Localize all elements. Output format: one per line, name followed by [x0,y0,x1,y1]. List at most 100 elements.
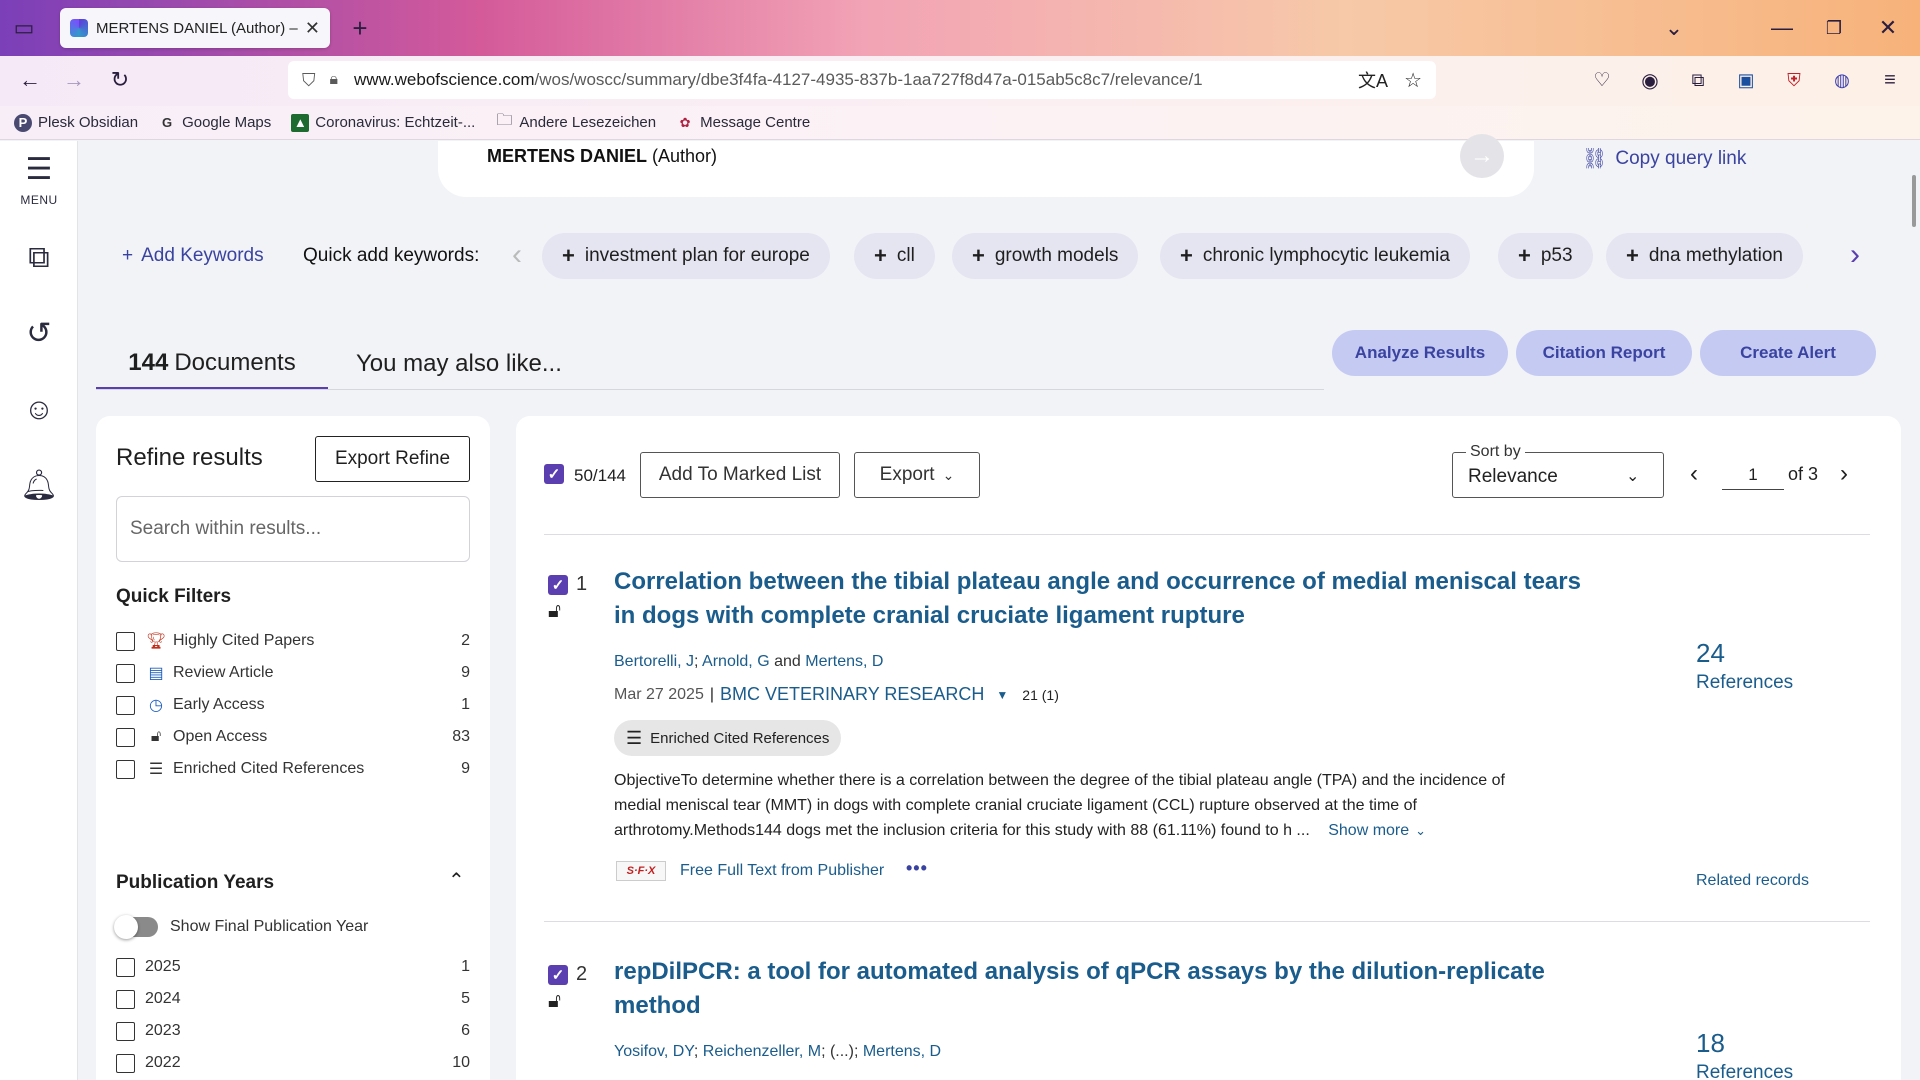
collapse-chevron-icon[interactable]: ⌃ [448,868,465,893]
account-icon[interactable]: ◉ [1634,64,1666,96]
checkbox[interactable] [116,989,135,1009]
more-options-icon[interactable]: ••• [906,858,928,879]
bookmark-coronavirus[interactable]: ▲ Coronavirus: Echtzeit-... [291,113,475,132]
search-within-input[interactable]: Search within results... [116,496,470,562]
filter-early-access[interactable]: ◷ Early Access 1 [116,692,470,718]
citation-report-button[interactable]: Citation Report [1516,330,1692,376]
back-icon[interactable]: ← [14,64,46,96]
menu-button[interactable]: ☰ MENU [0,153,78,207]
filter-review-article[interactable]: ▤ Review Article 9 [116,660,470,686]
restore-icon[interactable]: ❐ [1818,12,1850,44]
pocket-icon[interactable]: ♡ [1586,64,1618,96]
vpn-globe-icon[interactable]: ◍ [1826,64,1858,96]
filter-enriched-cited[interactable]: ☰ Enriched Cited References 9 [116,756,470,782]
keyword-chip[interactable]: + dna methylation [1606,233,1804,279]
keyword-chip[interactable]: + investment plan for europe [542,233,830,279]
record-title[interactable]: Correlation between the tibial plateau a… [614,565,1614,633]
bookmark-google-maps[interactable]: G Google Maps [158,114,271,132]
extensions-icon[interactable]: ⧉ [1682,64,1714,96]
show-final-year-toggle[interactable]: Show Final Publication Year [114,914,470,940]
references-label[interactable]: References [1696,1062,1793,1080]
prev-page-icon[interactable]: ‹ [1690,460,1698,488]
bookmark-folder-other[interactable]: 🗀 Andere Lesezeichen [495,112,656,132]
address-bar[interactable]: ⛉ 🔒︎ www.webofscience.com/wos/woscc/summ… [288,61,1436,99]
checkbox[interactable] [116,663,135,683]
year-filter[interactable]: 2024 5 [116,986,470,1012]
app-menu-icon[interactable]: ≡ [1874,64,1906,96]
keyword-chip[interactable]: + p53 [1498,233,1593,279]
alerts-button[interactable]: 🔔︎ [0,469,78,503]
filter-highly-cited[interactable]: 🏆︎ Highly Cited Papers 2 [116,628,470,654]
page-input[interactable]: 1 [1722,460,1784,490]
author-link[interactable]: Arnold, G [702,653,770,670]
ublock-icon[interactable]: ⛨ [1778,64,1810,96]
record-title[interactable]: repDilPCR: a tool for automated analysis… [614,955,1614,1023]
close-tab-icon[interactable]: ✕ [305,18,320,39]
next-page-icon[interactable]: › [1840,460,1848,488]
keyword-chip[interactable]: + chronic lymphocytic leukemia [1160,233,1470,279]
enriched-cited-badge[interactable]: ☰ Enriched Cited References [614,720,842,756]
free-full-text-link[interactable]: Free Full Text from Publisher [680,862,884,880]
author-link[interactable]: Yosifov, DY [614,1043,694,1060]
year-filter[interactable]: 2025 1 [116,954,470,980]
close-window-icon[interactable]: ✕ [1872,12,1904,44]
bookmark-message-centre[interactable]: ✿ Message Centre [676,114,811,132]
shield-icon[interactable]: ⛉ [302,70,316,91]
references-count[interactable]: 18 [1696,1028,1725,1059]
checkbox[interactable] [116,1021,135,1041]
new-tab-icon[interactable]: + [344,12,376,44]
toggle-switch[interactable] [114,915,158,939]
year-filter[interactable]: 2022 10 [116,1050,470,1076]
add-to-marked-list-button[interactable]: Add To Marked List [640,452,840,498]
tab-list-chevron-icon[interactable]: ⌄ [1658,12,1690,44]
author-link[interactable]: Reichenzeller, M [703,1043,821,1060]
record-checkbox[interactable]: ✓ [548,965,568,985]
year-filter[interactable]: 2023 6 [116,1018,470,1044]
journal-dropdown-icon[interactable]: ▼ [996,688,1008,702]
zotero-icon[interactable]: ▣ [1730,64,1762,96]
minimize-icon[interactable]: — [1766,12,1798,44]
journal-link[interactable]: BMC VETERINARY RESEARCH [720,684,984,705]
copy-query-link[interactable]: ⛓ Copy query link [1582,146,1746,171]
keywords-next-icon[interactable]: › [1850,238,1860,272]
tab-documents[interactable]: 144 Documents [96,338,328,390]
references-count[interactable]: 24 [1696,638,1725,669]
checkbox[interactable] [116,759,135,779]
browser-tab[interactable]: MERTENS DANIEL (Author) – 14 ✕ [60,8,330,48]
record-checkbox[interactable]: ✓ [548,575,568,595]
select-all-checkbox[interactable]: ✓ [544,464,564,484]
keyword-chip[interactable]: + cll [854,233,935,279]
create-alert-button[interactable]: Create Alert [1700,330,1876,376]
marked-list-button[interactable]: ⧉ [0,241,78,275]
keywords-prev-icon[interactable]: ‹ [512,238,522,272]
page-scrollbar[interactable] [1912,175,1916,227]
sfx-logo[interactable]: S·F·X [616,861,666,881]
export-refine-button[interactable]: Export Refine [315,436,470,482]
related-records-link[interactable]: Related records [1696,872,1809,890]
bookmark-star-icon[interactable]: ☆ [1404,68,1422,93]
history-button[interactable]: ↺ [0,317,78,351]
translate-icon[interactable]: 文A [1358,67,1388,93]
tab-you-may-also-like[interactable]: You may also like... [336,338,562,390]
author-link[interactable]: Bertorelli, J [614,653,694,670]
keyword-chip[interactable]: + growth models [952,233,1139,279]
checkbox[interactable] [116,631,135,651]
reload-icon[interactable]: ↻ [104,64,136,96]
filter-open-access[interactable]: 🔓︎ Open Access 83 [116,724,470,750]
author-link[interactable]: Mertens, D [863,1043,941,1060]
checkbox[interactable] [116,727,135,747]
lock-icon[interactable]: 🔒︎ [330,71,339,89]
references-label[interactable]: References [1696,672,1793,694]
search-go-button[interactable]: → [1460,134,1504,178]
bookmark-plesk[interactable]: P Plesk Obsidian [14,113,138,132]
add-keywords-button[interactable]: + Add Keywords [122,245,264,267]
analyze-results-button[interactable]: Analyze Results [1332,330,1508,376]
checkbox[interactable] [116,957,135,977]
profile-button[interactable]: ☺ [0,393,78,427]
checkbox[interactable] [116,695,135,715]
forward-icon[interactable]: → [58,64,90,96]
author-link[interactable]: Mertens, D [805,653,883,670]
tab-overview-icon[interactable]: ▭ [8,12,40,44]
export-button[interactable]: Export ⌄ [854,452,980,498]
checkbox[interactable] [116,1053,135,1073]
